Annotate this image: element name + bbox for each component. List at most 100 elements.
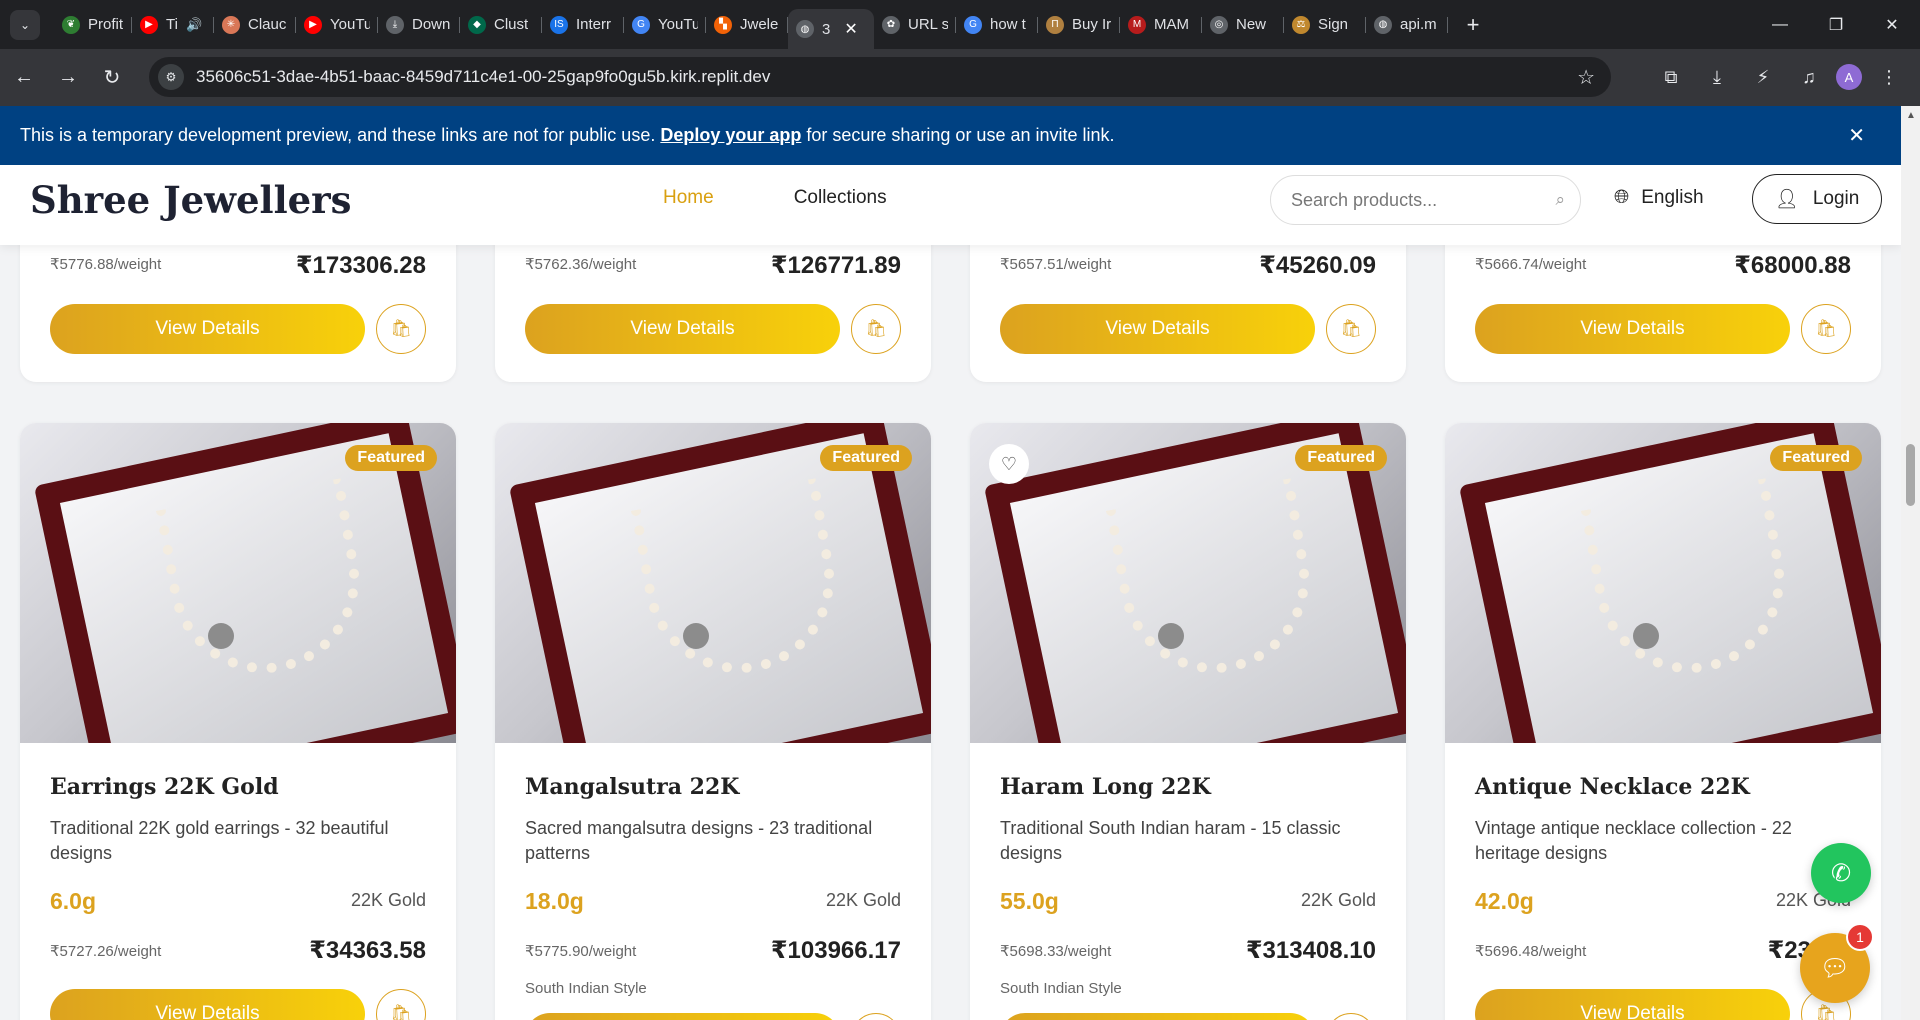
scrollbar-thumb[interactable] [1906, 444, 1915, 506]
product-weight: 55.0g [1000, 888, 1059, 914]
view-details-button[interactable]: View Details [50, 989, 365, 1020]
site-info-icon[interactable]: ⚙ [158, 64, 184, 90]
product-card[interactable]: Featured Antique Necklace 22K Vintage an… [1445, 423, 1881, 1020]
rate-per-weight: ₹5666.74/weight [1475, 256, 1587, 273]
address-bar[interactable]: ⚙ 35606c51-3dae-4b51-baac-8459d711c4e1-0… [149, 57, 1611, 97]
tab-label: Sign [1318, 16, 1349, 33]
product-image[interactable]: Featured [495, 423, 931, 743]
product-price: ₹103966.17 [770, 937, 901, 964]
view-details-button[interactable]: View Details [525, 304, 840, 354]
view-details-button[interactable]: View Details [525, 1013, 840, 1020]
site-header: Shree Jewellers Home Collections Search … [0, 165, 1901, 245]
browser-tab[interactable]: ▶ YouTu [296, 7, 378, 43]
login-button[interactable]: 👤︎ Login [1752, 174, 1882, 224]
add-to-cart-button[interactable]: 🛍︎ [1326, 1013, 1376, 1020]
browser-tab[interactable]: IS Interr [542, 7, 624, 43]
brand-logo[interactable]: Shree Jewellers [30, 178, 352, 222]
wishlist-heart-icon[interactable]: ♡ [989, 444, 1029, 484]
product-image[interactable]: Featured [20, 423, 456, 743]
browser-tab[interactable]: G YouTu [624, 7, 706, 43]
browser-tab[interactable]: M MAM [1120, 7, 1202, 43]
product-card[interactable]: ♡ Featured Haram Long 22K Traditional So… [970, 423, 1406, 1020]
product-image[interactable]: ♡ Featured [970, 423, 1406, 743]
reload-button[interactable]: ↻ [92, 58, 132, 98]
add-to-cart-button[interactable]: 🛍︎ [376, 989, 426, 1020]
clasp-shape [1158, 623, 1184, 649]
tab-label: Jwele [740, 16, 779, 33]
nav-collections[interactable]: Collections [794, 187, 887, 209]
browser-tab[interactable]: Ghow t [956, 7, 1038, 43]
product-price: ₹173306.28 [295, 252, 426, 279]
banner-close-icon[interactable]: ✕ [1848, 123, 1865, 148]
browser-tab[interactable]: ⚖ Sign [1284, 7, 1366, 43]
product-image[interactable]: Featured [1445, 423, 1881, 743]
product-title[interactable]: Haram Long 22K [1000, 774, 1211, 800]
chat-button[interactable]: 💬︎ 1 [1800, 923, 1874, 1003]
featured-badge: Featured [1770, 445, 1862, 471]
view-details-button[interactable]: View Details [50, 304, 365, 354]
featured-badge: Featured [1295, 445, 1387, 471]
browser-tab[interactable]: ◆ Clust [460, 7, 542, 43]
browser-tab[interactable]: ▶ Ti 🔊 [132, 7, 214, 43]
chat-icon: 💬︎ [1819, 954, 1851, 982]
product-card[interactable]: Featured Mangalsutra 22K Sacred mangalsu… [495, 423, 931, 1020]
deploy-link[interactable]: Deploy your app [660, 125, 801, 146]
search-icon[interactable]: ⌕ [1555, 190, 1565, 210]
rate-per-weight: ₹5657.51/weight [1000, 256, 1112, 273]
tab-search-button[interactable]: ⌄ [10, 9, 40, 40]
browser-tab[interactable]: ◎ New [1202, 7, 1284, 43]
clasp-shape [683, 623, 709, 649]
call-button[interactable]: ✆ [1811, 843, 1871, 903]
media-control-icon[interactable]: ♫ [1790, 57, 1828, 97]
close-tab-icon[interactable]: ✕ [844, 19, 857, 39]
tab-label: MAM [1154, 16, 1189, 33]
tab-label: Profit [88, 16, 124, 33]
browser-tab[interactable]: ◍ 3 ✕ [788, 9, 874, 49]
add-to-cart-button[interactable]: 🛍︎ [851, 1013, 901, 1020]
rate-per-weight: ₹5775.90/weight [525, 943, 637, 960]
back-button[interactable]: ← [4, 58, 44, 98]
view-details-button[interactable]: View Details [1000, 304, 1315, 354]
add-to-cart-button[interactable]: 🛍︎ [851, 304, 901, 354]
tab-list: ❦ Profit ▶ Ti 🔊 ✳ Clauc ▶ YouTu ⤓ Down ◆ Clust IS Inte… [54, 0, 1448, 49]
extensions-icon[interactable]: ⧉ [1652, 57, 1690, 97]
new-tab-button[interactable]: + [1458, 12, 1488, 38]
nav-home[interactable]: Home [663, 187, 714, 209]
product-title[interactable]: Mangalsutra 22K [525, 774, 739, 800]
add-to-cart-button[interactable]: 🛍︎ [376, 304, 426, 354]
performance-icon[interactable]: ⚡ [1744, 57, 1782, 97]
page-scrollbar[interactable]: ▲ [1901, 106, 1920, 1020]
browser-tab[interactable]: ✿ URL s [874, 7, 956, 43]
add-to-cart-button[interactable]: 🛍︎ [1326, 304, 1376, 354]
browser-tab[interactable]: ✳ Clauc [214, 7, 296, 43]
tab-label: Down [412, 16, 451, 33]
browser-tab[interactable]: ▚ Jwele [706, 7, 788, 43]
search-input[interactable]: Search products... ⌕ [1270, 175, 1581, 225]
cart-icon: 🛍︎ [390, 1004, 412, 1020]
browser-menu-icon[interactable]: ⋮ [1870, 57, 1908, 97]
browser-tab[interactable]: ⤓ Down [378, 7, 460, 43]
profile-avatar[interactable]: A [1836, 64, 1862, 90]
view-details-button[interactable]: View Details [1475, 304, 1790, 354]
browser-tab[interactable]: ❦ Profit [54, 7, 132, 43]
audio-playing-icon[interactable]: 🔊 [186, 17, 202, 33]
product-price: ₹68000.88 [1734, 252, 1851, 279]
product-card[interactable]: Featured Earrings 22K Gold Traditional 2… [20, 423, 456, 1020]
close-window-button[interactable]: ✕ [1864, 0, 1920, 49]
forward-button[interactable]: → [48, 58, 88, 98]
view-details-button[interactable]: View Details [1475, 989, 1790, 1020]
add-to-cart-button[interactable]: 🛍︎ [1801, 304, 1851, 354]
product-title[interactable]: Earrings 22K Gold [50, 774, 279, 800]
minimize-button[interactable]: — [1752, 0, 1808, 49]
scroll-up-icon[interactable]: ▲ [1906, 110, 1916, 121]
language-selector[interactable]: 🌐︎ English [1614, 187, 1704, 209]
bookmark-star-icon[interactable]: ☆ [1577, 65, 1595, 90]
browser-tab[interactable]: Π Buy Ir [1038, 7, 1120, 43]
restore-button[interactable]: ❐ [1808, 0, 1864, 49]
url-text[interactable]: 35606c51-3dae-4b51-baac-8459d711c4e1-00-… [196, 67, 770, 87]
view-details-button[interactable]: View Details [1000, 1013, 1315, 1020]
product-title[interactable]: Antique Necklace 22K [1475, 774, 1750, 800]
downloads-icon[interactable]: ⤓ [1698, 57, 1736, 97]
browser-tab[interactable]: ◍ api.m [1366, 7, 1448, 43]
product-price: ₹45260.09 [1259, 252, 1376, 279]
